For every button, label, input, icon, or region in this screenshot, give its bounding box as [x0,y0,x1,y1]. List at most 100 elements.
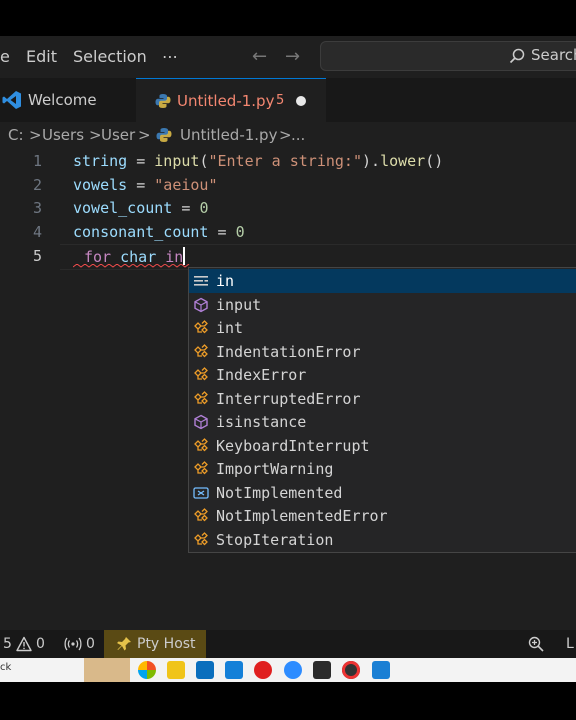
back-arrow-icon[interactable]: ← [252,36,267,78]
menu-more[interactable]: ⋯ [162,36,178,78]
suggestion-label: in [216,272,235,290]
breadcrumb-more[interactable]: ... [291,122,305,148]
class-icon [194,531,208,545]
suggestion-label: input [216,295,262,314]
line-number: 4 [32,223,42,241]
suggestion-label: isinstance [216,413,307,431]
pty-host-status[interactable]: Pty Host [104,630,206,658]
suggestion-item[interactable]: InterruptedError [189,387,576,411]
title-bar: e Edit Selection ⋯ ← → Search [0,36,576,78]
tab-label: Welcome [28,91,97,109]
suggestion-item[interactable]: isinstance [189,410,576,434]
menu-selection[interactable]: Selection [73,36,147,78]
vscode-icon [2,91,21,109]
token: = [127,176,155,194]
mail-icon[interactable] [225,661,243,679]
token: vowel_count [73,199,173,217]
widgets-thumbnail[interactable] [84,658,130,682]
class-icon [194,320,208,334]
warning-icon[interactable] [16,636,32,652]
suggestion-label: InterruptedError [216,389,361,408]
breadcrumb-users[interactable]: Users [42,122,84,148]
store-icon[interactable] [196,661,214,679]
token: = [208,223,236,241]
code-line: vowels = "aeiou" [73,176,218,194]
python-file-icon [155,94,171,108]
suggestion-item[interactable]: IndentationError [189,340,576,364]
function-icon [194,297,208,312]
suggestion-label: ImportWarning [216,460,334,478]
line-number: 5 [32,247,42,265]
suggestion-label: IndexError [216,366,307,384]
forward-arrow-icon[interactable]: → [285,36,300,78]
class-icon [194,367,208,381]
token: input [154,152,200,170]
class-icon [194,437,208,451]
breadcrumb-separator: > [29,126,42,144]
token: () [425,152,444,170]
class-icon [194,508,208,522]
vscode-taskbar-icon[interactable] [372,661,390,679]
search-icon [509,48,525,64]
suggestion-label: KeyboardInterrupt [216,436,370,455]
suggestion-label: StopIteration [216,530,334,549]
suggestion-item[interactable]: NotImplemented [189,481,576,505]
token: = [172,199,200,217]
search-label: Search [531,46,576,64]
error-squiggle [73,264,190,268]
error-count[interactable]: 5 [3,630,12,658]
suggestion-item[interactable]: in [189,269,576,293]
language-mode[interactable]: L [566,630,574,658]
token: string [73,152,128,170]
suggestion-label: IndentationError [216,342,361,361]
ports-icon[interactable] [64,636,82,652]
app-icon[interactable] [313,661,331,679]
suggestion-item[interactable]: KeyboardInterrupt [189,434,576,458]
line-number: 3 [32,199,42,217]
line-number: 1 [32,152,42,170]
suggestion-item[interactable]: input [189,293,576,317]
token: vowels [73,176,128,194]
variable-icon [193,486,209,499]
token: lower [380,152,426,170]
text-cursor [183,247,186,265]
search-box[interactable]: Search [320,41,576,71]
breadcrumb-separator: > [89,126,102,144]
menu-file[interactable]: e [0,36,10,78]
taskbar-text: ck [0,662,12,673]
token: = [127,152,155,170]
tab-untitled-py[interactable]: Untitled-1.py 5 [136,78,326,122]
suggestion-item[interactable]: NotImplementedError [189,504,576,528]
os-taskbar: ck [0,658,576,682]
class-icon [194,461,208,475]
pin-icon [117,637,131,651]
recorder-icon[interactable] [342,661,360,679]
unsaved-dot-icon[interactable] [296,96,306,106]
file-explorer-icon[interactable] [167,661,185,679]
token: ). [362,152,381,170]
breadcrumb-file[interactable]: Untitled-1.py [180,122,277,148]
token: 0 [235,223,245,241]
zoom-icon[interactable] [528,636,544,652]
breadcrumb-user[interactable]: User [101,122,135,148]
tab-welcome[interactable]: Welcome [0,78,136,122]
line-number: 2 [32,176,42,194]
breadcrumb-separator: > [279,126,292,144]
menu-edit[interactable]: Edit [26,36,57,78]
suggestion-item[interactable]: ImportWarning [189,457,576,481]
tab-label: Untitled-1.py [177,92,275,110]
token: "aeiou" [154,176,218,194]
python-file-icon [156,128,172,142]
token: 0 [199,199,209,217]
breadcrumb-separator: > [138,126,151,144]
pty-host-label: Pty Host [137,636,196,652]
suggestion-item[interactable]: IndexError [189,363,576,387]
suggestion-item[interactable]: int [189,316,576,340]
copilot-icon[interactable] [138,661,156,679]
class-icon [194,343,208,357]
zoom-app-icon[interactable] [284,661,302,679]
token: "Enter a string:" [208,152,362,170]
breadcrumb-drive[interactable]: C: [8,122,24,148]
suggestion-item[interactable]: StopIteration [189,528,576,552]
yandex-browser-icon[interactable] [254,661,272,679]
